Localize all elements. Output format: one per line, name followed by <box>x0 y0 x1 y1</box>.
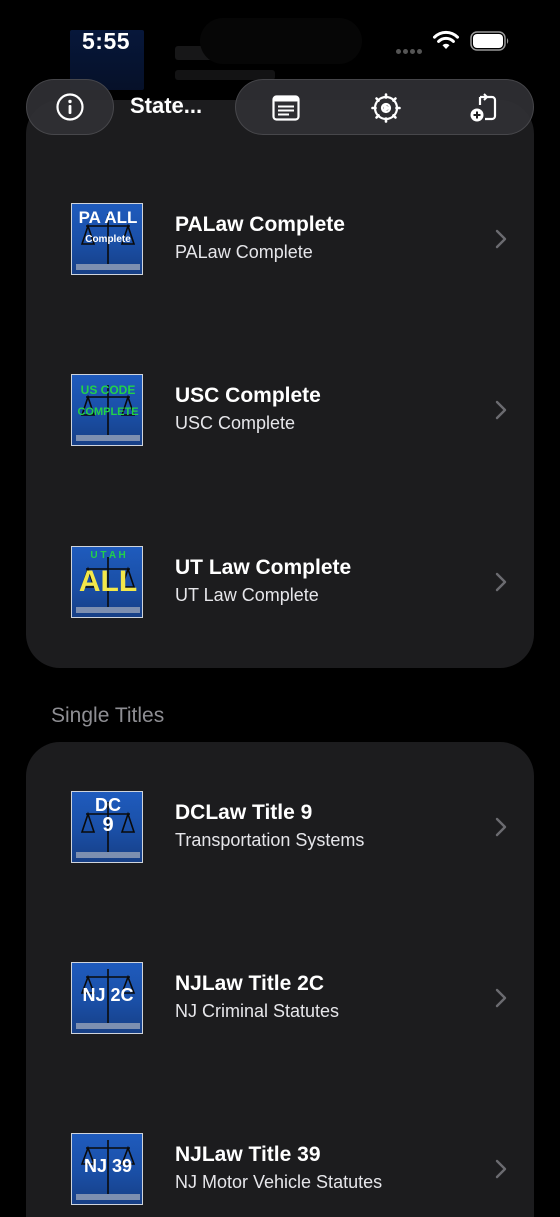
settings-icon <box>371 93 401 123</box>
thumb-line1: PA ALL <box>78 208 138 227</box>
toolbar-actions <box>235 79 534 135</box>
list-item[interactable]: US CODE COMPLETE USC Complete USC Comple… <box>26 374 534 494</box>
section-header-single-titles: Single Titles <box>51 704 165 727</box>
document-icon <box>272 95 300 121</box>
chevron-right-icon <box>495 229 507 249</box>
thumb-line2: Complete <box>85 234 131 245</box>
status-time: 5:55 <box>82 28 131 54</box>
dc-law-thumbnail: DC 9 <box>71 791 143 863</box>
chevron-right-icon <box>495 400 507 420</box>
chevron-right-icon <box>495 572 507 592</box>
item-title: USC Complete <box>175 384 321 407</box>
thumb-line2: 9 <box>102 814 114 836</box>
add-document-icon <box>470 93 497 122</box>
thumb-line1: U T A H <box>90 550 126 561</box>
wifi-icon <box>433 30 459 49</box>
item-title: NJLaw Title 39 <box>175 1143 321 1166</box>
nj-2c-thumbnail: NJ 2C <box>71 962 143 1034</box>
item-subtitle: USC Complete <box>175 413 296 433</box>
navigation-title: State... <box>130 93 203 118</box>
list-item[interactable]: DC 9 DCLaw Title 9 Transportation System… <box>26 791 534 911</box>
cellular-signal-icon <box>396 41 426 54</box>
thumb-line1: NJ 2C <box>82 985 134 1005</box>
item-subtitle: Transportation Systems <box>175 830 365 850</box>
item-title: DCLaw Title 9 <box>175 801 313 824</box>
item-title: PALaw Complete <box>175 213 345 236</box>
item-subtitle: NJ Motor Vehicle Statutes <box>175 1172 383 1192</box>
nj-39-thumbnail: NJ 39 <box>71 1133 143 1205</box>
info-icon <box>56 93 84 121</box>
chevron-right-icon <box>495 817 507 837</box>
dynamic-island <box>200 18 362 64</box>
item-subtitle: UT Law Complete <box>175 585 319 605</box>
item-title: NJLaw Title 2C <box>175 972 324 995</box>
single-titles-list: DC 9 DCLaw Title 9 Transportation System… <box>26 742 534 1217</box>
list-item[interactable]: NJ 2C NJLaw Title 2C NJ Criminal Statute… <box>26 962 534 1082</box>
battery-icon <box>470 31 509 51</box>
thumb-line2: ALL <box>78 565 138 598</box>
navigation-toolbar: State... <box>0 79 560 135</box>
chevron-right-icon <box>495 988 507 1008</box>
complete-collections-list: PA ALL Complete PALaw Complete PALaw Com… <box>26 100 534 668</box>
thumb-line2: COMPLETE <box>77 406 139 418</box>
add-document-button[interactable] <box>468 92 500 124</box>
thumb-line1: US CODE <box>80 383 136 397</box>
item-subtitle: NJ Criminal Statutes <box>175 1001 340 1021</box>
list-item[interactable]: NJ 39 NJLaw Title 39 NJ Motor Vehicle St… <box>26 1133 534 1217</box>
usc-thumbnail: US CODE COMPLETE <box>71 374 143 446</box>
list-item[interactable]: U T A H ALL UT Law Complete UT Law Compl… <box>26 546 534 666</box>
pa-law-thumbnail: PA ALL Complete <box>71 203 143 275</box>
thumb-line1: NJ 39 <box>83 1156 133 1176</box>
utah-thumbnail: U T A H ALL <box>71 546 143 618</box>
item-subtitle: PALaw Complete <box>175 242 313 262</box>
thumb-line1: DC <box>95 795 121 815</box>
document-button[interactable] <box>270 92 302 124</box>
screen: 5:55 State... PA ALL Complete PALaw Comp… <box>0 0 560 1217</box>
list-item[interactable]: PA ALL Complete PALaw Complete PALaw Com… <box>26 203 534 323</box>
chevron-right-icon <box>495 1159 507 1179</box>
settings-button[interactable] <box>370 92 402 124</box>
info-button[interactable] <box>26 79 114 135</box>
item-title: UT Law Complete <box>175 556 352 579</box>
status-bar: 5:55 <box>0 0 560 84</box>
